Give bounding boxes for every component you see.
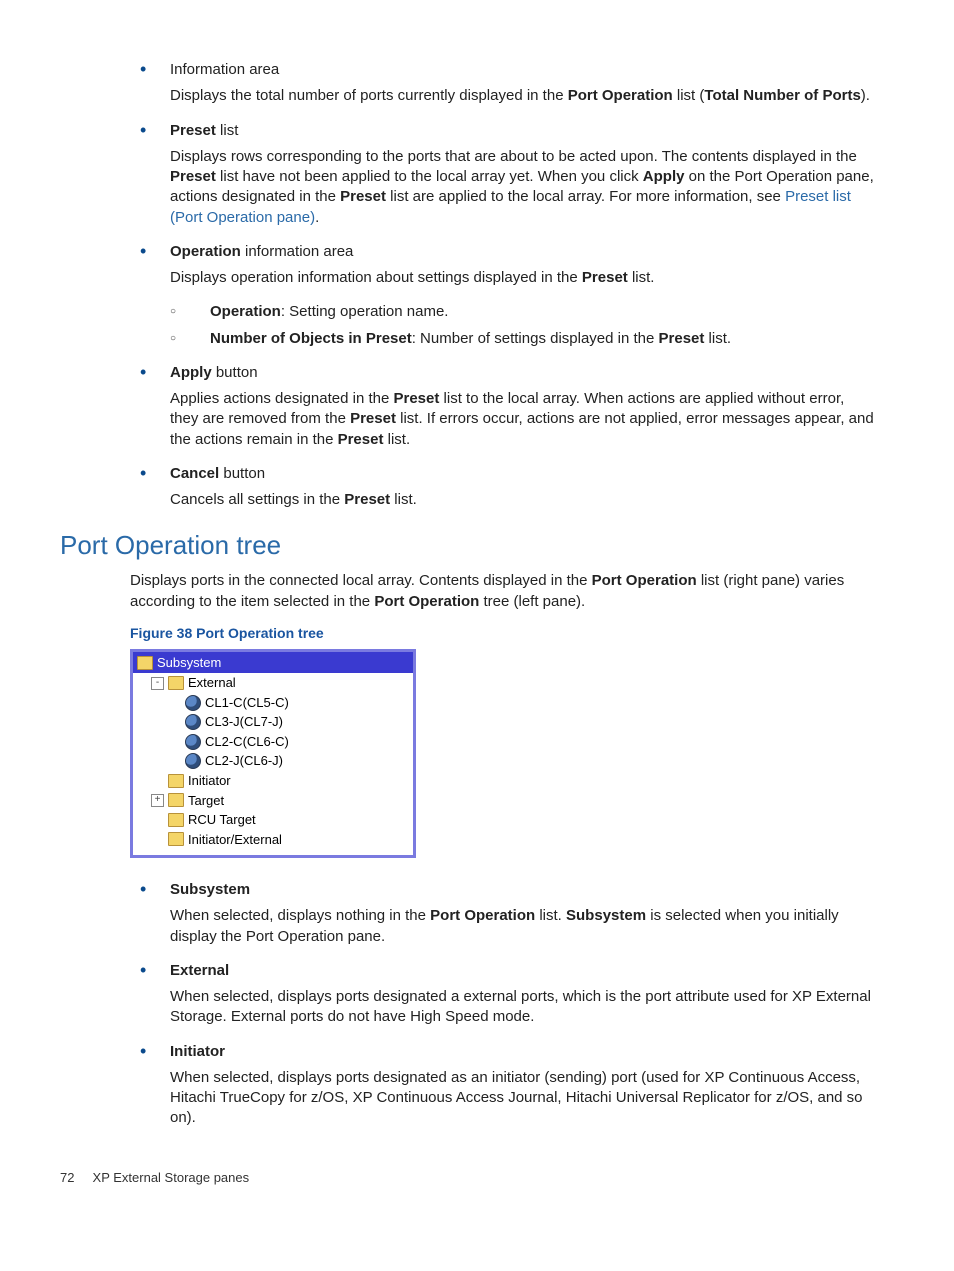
list-item-head: Apply button xyxy=(170,363,258,383)
bullet-icon: • xyxy=(140,121,170,141)
list-item-body: When selected, displays nothing in the P… xyxy=(170,906,874,947)
folder-open-icon xyxy=(137,656,153,670)
sub-bullet-icon: ○ xyxy=(170,329,210,349)
tree-expand-icon[interactable]: - xyxy=(151,677,164,690)
tree-node[interactable]: CL3-J(CL7-J) xyxy=(133,712,413,732)
list-item-body: Displays the total number of ports curre… xyxy=(170,86,874,106)
list-item-body: When selected, displays ports designated… xyxy=(170,987,874,1028)
bullet-icon: • xyxy=(140,242,170,262)
list-item-head: Operation information area xyxy=(170,242,353,262)
figure-caption: Figure 38 Port Operation tree xyxy=(130,624,874,643)
bullet-icon: • xyxy=(140,880,170,900)
folder-icon xyxy=(168,813,184,827)
tree-node-label: RCU Target xyxy=(188,811,256,829)
list-item-body: Cancels all settings in the Preset list. xyxy=(170,490,874,510)
sub-list-item: Operation: Setting operation name. xyxy=(210,302,448,322)
tree-root-row[interactable]: Subsystem xyxy=(133,652,413,674)
tree-node-label: CL3-J(CL7-J) xyxy=(205,713,283,731)
bullet-icon: • xyxy=(140,961,170,981)
tree-root-label: Subsystem xyxy=(157,654,221,672)
tree-node[interactable]: - External xyxy=(133,673,413,693)
sub-list-item: Number of Objects in Preset: Number of s… xyxy=(210,329,731,349)
footer-title: XP External Storage panes xyxy=(93,1170,250,1185)
tree-node-label: External xyxy=(188,674,236,692)
tree-node-label: CL2-C(CL6-C) xyxy=(205,733,289,751)
folder-icon xyxy=(168,832,184,846)
tree-node[interactable]: Initiator/External xyxy=(133,830,413,850)
folder-icon xyxy=(168,793,184,807)
bullet-icon: • xyxy=(140,363,170,383)
tree-node[interactable]: Initiator xyxy=(133,771,413,791)
top-bullet-list: •Information areaDisplays the total numb… xyxy=(140,60,874,510)
list-item-body: Displays operation information about set… xyxy=(170,268,874,288)
port-globe-icon xyxy=(185,735,201,749)
bottom-bullet-list: •SubsystemWhen selected, displays nothin… xyxy=(140,880,874,1129)
sub-bullet-icon: ○ xyxy=(170,302,210,322)
tree-node-label: Initiator/External xyxy=(188,831,282,849)
page-number: 72 xyxy=(60,1170,74,1185)
port-globe-icon xyxy=(185,696,201,710)
list-item-head: Cancel button xyxy=(170,464,265,484)
tree-node[interactable]: RCU Target xyxy=(133,810,413,830)
tree-node-label: Initiator xyxy=(188,772,231,790)
list-item-head: Initiator xyxy=(170,1042,225,1062)
list-item-head: Subsystem xyxy=(170,880,250,900)
list-item-body: When selected, displays ports designated… xyxy=(170,1068,874,1129)
folder-icon xyxy=(168,676,184,690)
port-globe-icon xyxy=(185,754,201,768)
tree-node[interactable]: CL2-C(CL6-C) xyxy=(133,732,413,752)
section-heading: Port Operation tree xyxy=(60,528,874,563)
list-item-body: Applies actions designated in the Preset… xyxy=(170,389,874,450)
port-globe-icon xyxy=(185,715,201,729)
tree-node-label: CL1-C(CL5-C) xyxy=(205,694,289,712)
bullet-icon: • xyxy=(140,464,170,484)
tree-node[interactable]: CL2-J(CL6-J) xyxy=(133,751,413,771)
list-item-head: Preset list xyxy=(170,121,238,141)
tree-node[interactable]: + Target xyxy=(133,791,413,811)
list-item-head: External xyxy=(170,961,229,981)
bullet-icon: • xyxy=(140,1042,170,1062)
tree-expand-icon[interactable]: + xyxy=(151,794,164,807)
port-operation-tree: Subsystem - External CL1-C(CL5-C)CL3-J(CL7… xyxy=(130,649,416,858)
tree-node-label: Target xyxy=(188,792,224,810)
tree-node[interactable]: CL1-C(CL5-C) xyxy=(133,693,413,713)
section-intro: Displays ports in the connected local ar… xyxy=(130,571,874,612)
tree-node-label: CL2-J(CL6-J) xyxy=(205,752,283,770)
folder-icon xyxy=(168,774,184,788)
bullet-icon: • xyxy=(140,60,170,80)
page-footer: 72 XP External Storage panes xyxy=(60,1169,874,1187)
list-item-body: Displays rows corresponding to the ports… xyxy=(170,147,874,228)
list-item-head: Information area xyxy=(170,60,279,80)
